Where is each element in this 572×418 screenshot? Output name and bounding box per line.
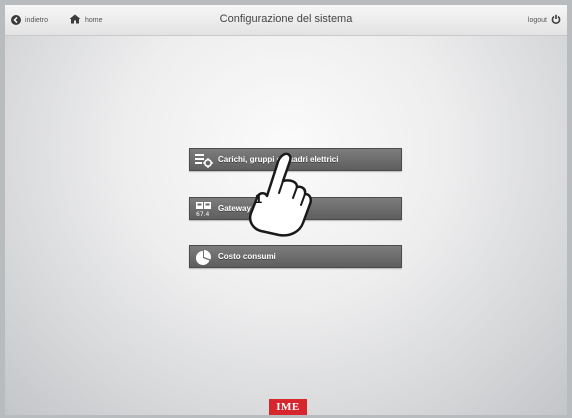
app-frame: indietro home Configurazione del sistema… [5,5,567,415]
step-number-badge: 1 [255,191,263,206]
menu-item-costo[interactable]: Costo consumi [189,245,402,268]
power-icon [551,14,561,26]
menu-item-label: Costo consumi [218,252,276,261]
logout-button[interactable]: logout [528,14,561,26]
ime-logo: IME [269,399,307,415]
logout-label: logout [527,16,547,24]
page-title: Configurazione del sistema [219,13,353,25]
gateway-devices-icon: 67.4 [193,200,215,218]
pie-chart-icon [193,248,215,266]
top-bar: indietro home Configurazione del sistema… [5,5,567,36]
svg-text:67.4: 67.4 [196,211,210,217]
settings-panels-icon [193,151,215,169]
pointing-hand-icon [248,152,313,237]
